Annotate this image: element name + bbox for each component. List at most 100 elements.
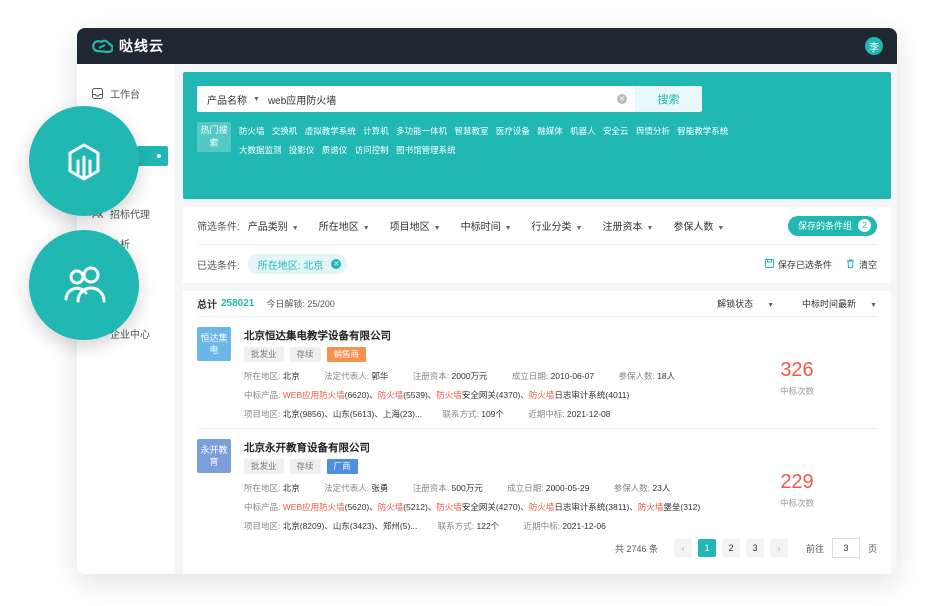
hot-tag[interactable]: 虚拟教学系统 bbox=[305, 126, 356, 136]
product-highlight: 防火墙 bbox=[528, 390, 555, 400]
chip-remove-icon[interactable]: ✕ bbox=[331, 259, 342, 269]
total-count: 258021 bbox=[221, 298, 255, 309]
product-rest: 日志审计系统(3811)、 bbox=[554, 502, 638, 512]
page-button[interactable]: 2 bbox=[721, 539, 740, 557]
product-highlight: 防火墙 bbox=[637, 502, 664, 512]
info-value: 郭华 bbox=[371, 371, 389, 381]
next-page-button[interactable]: › bbox=[769, 539, 788, 557]
hot-tag[interactable]: 多功能一体机 bbox=[396, 126, 447, 136]
hot-tag[interactable]: 访问控制 bbox=[355, 145, 389, 155]
saved-conditions-button[interactable]: 保存的条件组 2 bbox=[787, 215, 877, 236]
product-rest: 日志审计系统(4011) bbox=[554, 390, 630, 400]
hot-tag[interactable]: 质谱仪 bbox=[322, 145, 348, 155]
info-value: 北京(9856)、山东(5613)、上海(23)... bbox=[282, 409, 423, 419]
page-button[interactable]: 3 bbox=[745, 539, 764, 557]
search-input[interactable] bbox=[267, 93, 617, 105]
company-name[interactable]: 北京永开教育设备有限公司 bbox=[244, 440, 370, 455]
filter-bid-time[interactable]: 中标时间 ▼ bbox=[461, 218, 512, 233]
info-value: 500万元 bbox=[451, 483, 483, 493]
tag-industry: 批发业 bbox=[244, 347, 284, 362]
sidebar-item-workbench[interactable]: 工作台 bbox=[77, 78, 174, 108]
result-card[interactable]: 恒达集电 北京恒达集电教学设备有限公司 批发业 存续 销售商 所在地区: 北京 … bbox=[197, 317, 877, 429]
clear-icon[interactable]: ✕ bbox=[617, 94, 627, 104]
tag-type: 销售商 bbox=[326, 347, 367, 362]
filter-capital[interactable]: 注册资本 ▼ bbox=[602, 218, 653, 233]
filter-industry[interactable]: 行业分类 ▼ bbox=[532, 218, 583, 233]
info-value: 109个 bbox=[481, 409, 504, 419]
sort-bid-time[interactable]: 中标时间最新 ▼ bbox=[788, 297, 877, 310]
hot-tag[interactable]: 交换机 bbox=[272, 126, 298, 136]
building-icon bbox=[68, 143, 100, 181]
info-label: 成立日期: bbox=[511, 371, 549, 381]
search-box: 产品名称 ▼ ✕ bbox=[197, 86, 635, 112]
hot-tag[interactable]: 智慧教室 bbox=[454, 126, 488, 136]
tag-status: 存续 bbox=[289, 459, 321, 474]
sort-unlock-status[interactable]: 解锁状态 ▼ bbox=[703, 297, 774, 310]
company-logo: 永开教育 bbox=[197, 439, 231, 473]
info-label: 所在地区: bbox=[244, 371, 281, 381]
filter-label: 筛选条件: bbox=[197, 222, 240, 233]
info-value: 2021-12-08 bbox=[567, 409, 611, 419]
search-category-label: 产品名称 bbox=[207, 95, 247, 107]
clear-label: 清空 bbox=[858, 259, 877, 270]
product-highlight: WEB应用防火墙 bbox=[282, 502, 345, 512]
selected-label: 已选条件: bbox=[197, 260, 240, 272]
hot-tag[interactable]: 智能教学系统 bbox=[677, 126, 728, 136]
hot-tag[interactable]: 融媒体 bbox=[537, 126, 563, 136]
filter-item-label: 注册资本 bbox=[602, 222, 643, 233]
trash-icon bbox=[846, 259, 855, 270]
page-unit-label: 页 bbox=[867, 543, 877, 554]
hot-tag[interactable]: 安全云 bbox=[603, 126, 629, 136]
tag-industry: 批发业 bbox=[244, 459, 284, 474]
saved-count-badge: 2 bbox=[858, 219, 871, 232]
hot-tag[interactable]: 大数据监测 bbox=[239, 145, 282, 155]
info-value: 北京 bbox=[282, 371, 300, 381]
filter-region[interactable]: 所在地区 ▼ bbox=[319, 218, 370, 233]
page-button[interactable]: 1 bbox=[697, 539, 716, 557]
caret-down-icon: ▼ bbox=[870, 302, 877, 309]
info-label: 成立日期: bbox=[507, 483, 544, 493]
pagination: 共 2746 条 ‹ 1 2 3 › 前往 3 页 bbox=[183, 530, 891, 566]
result-card[interactable]: 永开教育 北京永开教育设备有限公司 批发业 存续 厂商 所在地区: 北京 法定代… bbox=[197, 429, 877, 541]
search-category-select[interactable]: 产品名称 ▼ bbox=[197, 92, 268, 107]
save-selected-button[interactable]: 保存已选条件 bbox=[764, 258, 832, 271]
info-label: 中标产品: bbox=[244, 390, 281, 400]
info-label: 中标产品: bbox=[244, 502, 281, 512]
product-rest: (5539)、 bbox=[403, 390, 437, 400]
info-label: 法定代表人: bbox=[324, 371, 370, 381]
caret-down-icon: ▼ bbox=[767, 302, 775, 309]
product-highlight: 防火墙 bbox=[377, 502, 404, 512]
product-rest: (5620)、 bbox=[344, 502, 378, 512]
info-value: 2010-06-07 bbox=[550, 371, 595, 381]
goto-page-input[interactable]: 3 bbox=[831, 538, 860, 558]
filter-item-label: 参保人数 bbox=[673, 222, 714, 233]
info-label: 注册资本: bbox=[412, 483, 450, 493]
hot-search-tags: 防火墙 交换机 虚拟教学系统 计算机 多功能一体机 智慧教室 医疗设备 融媒体 … bbox=[239, 122, 877, 160]
caret-down-icon: ▼ bbox=[504, 225, 512, 232]
hot-tag[interactable]: 舆情分析 bbox=[636, 126, 670, 136]
hot-tag[interactable]: 医疗设备 bbox=[496, 126, 530, 136]
clear-button[interactable]: 清空 bbox=[846, 258, 877, 271]
search-button[interactable]: 搜索 bbox=[635, 86, 702, 112]
caret-down-icon: ▼ bbox=[646, 225, 654, 232]
caret-down-icon: ▼ bbox=[717, 225, 725, 232]
company-name[interactable]: 北京恒达集电教学设备有限公司 bbox=[244, 328, 391, 343]
product-row: 中标产品: WEB应用防火墙(6620)、防火墙(5539)、防火墙安全网关(4… bbox=[244, 389, 629, 401]
app-window: 哒线云 李 工作台 户 索 招标代理 分析 bbox=[77, 28, 897, 574]
info-value: 18人 bbox=[657, 371, 676, 381]
avatar[interactable]: 李 bbox=[865, 37, 883, 55]
hot-tag[interactable]: 投影仪 bbox=[289, 145, 315, 155]
goto-label: 前往 bbox=[805, 543, 824, 554]
hot-tag[interactable]: 图书馆管理系统 bbox=[396, 145, 456, 155]
hot-tag[interactable]: 防火墙 bbox=[239, 126, 265, 136]
filter-product-category[interactable]: 产品类别 ▼ bbox=[248, 218, 299, 233]
hot-tag[interactable]: 计算机 bbox=[363, 126, 389, 136]
filter-item-label: 中标时间 bbox=[460, 222, 501, 233]
filter-insured[interactable]: 参保人数 ▼ bbox=[673, 218, 724, 233]
filter-item-label: 项目地区 bbox=[389, 222, 430, 233]
filter-project-region[interactable]: 项目地区 ▼ bbox=[390, 218, 441, 233]
prev-page-button[interactable]: ‹ bbox=[673, 539, 692, 557]
hot-tag[interactable]: 机器人 bbox=[570, 126, 596, 136]
product-rest: 安全网关(4270)、 bbox=[461, 502, 529, 512]
sidebar-item-label: 工作台 bbox=[110, 89, 140, 101]
